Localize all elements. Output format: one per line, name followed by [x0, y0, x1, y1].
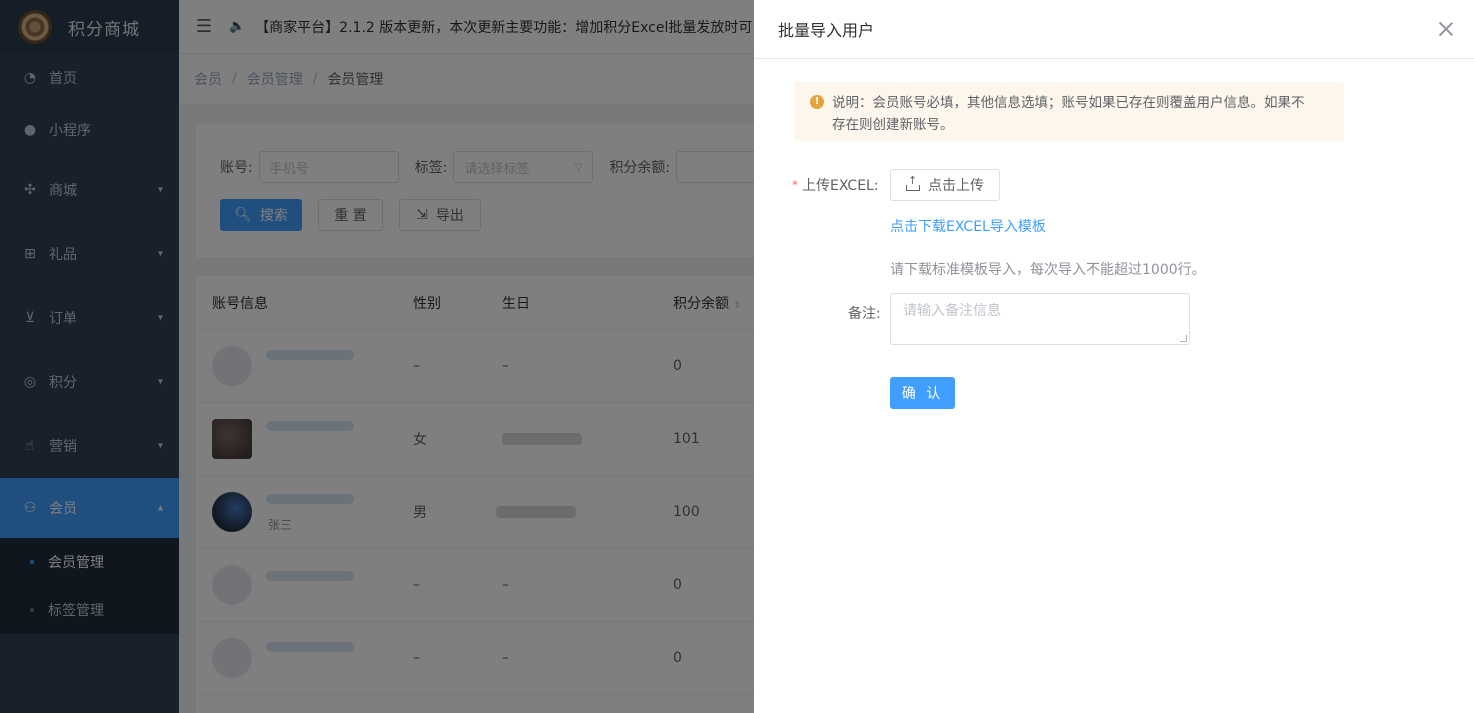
upload-icon — [906, 174, 920, 191]
warning-icon: ! — [810, 95, 824, 109]
import-users-drawer: 批量导入用户 ! 说明：会员账号必填，其他信息选填；账号如果已存在则覆盖用户信息… — [754, 0, 1474, 713]
remark-textarea[interactable]: 请输入备注信息 — [890, 293, 1190, 345]
resize-handle-icon[interactable] — [1180, 335, 1187, 342]
download-template-link[interactable]: 点击下载EXCEL导入模板 — [890, 216, 1046, 236]
remark-placeholder: 请输入备注信息 — [903, 303, 1001, 319]
info-alert: ! 说明：会员账号必填，其他信息选填；账号如果已存在则覆盖用户信息。如果不 存在… — [794, 82, 1344, 141]
upload-hint: 请下载标准模板导入，每次导入不能超过1000行。 — [890, 262, 1206, 278]
close-icon[interactable] — [1438, 21, 1454, 37]
upload-button[interactable]: 点击上传 — [890, 169, 1000, 201]
drawer-header: 批量导入用户 — [754, 0, 1474, 59]
required-mark: * — [792, 178, 798, 192]
remark-label-row: 备注: — [848, 303, 881, 323]
confirm-button[interactable]: 确 认 — [890, 377, 955, 409]
alert-text-line2: 存在则创建新账号。 — [832, 117, 954, 133]
upload-label-row: * 上传EXCEL: — [792, 175, 879, 195]
alert-text-line1: 说明：会员账号必填，其他信息选填；账号如果已存在则覆盖用户信息。如果不 — [832, 95, 1305, 111]
remark-label: 备注: — [848, 306, 881, 322]
drawer-title: 批量导入用户 — [778, 21, 875, 40]
upload-label: 上传EXCEL: — [802, 178, 879, 194]
upload-button-label: 点击上传 — [928, 178, 984, 194]
